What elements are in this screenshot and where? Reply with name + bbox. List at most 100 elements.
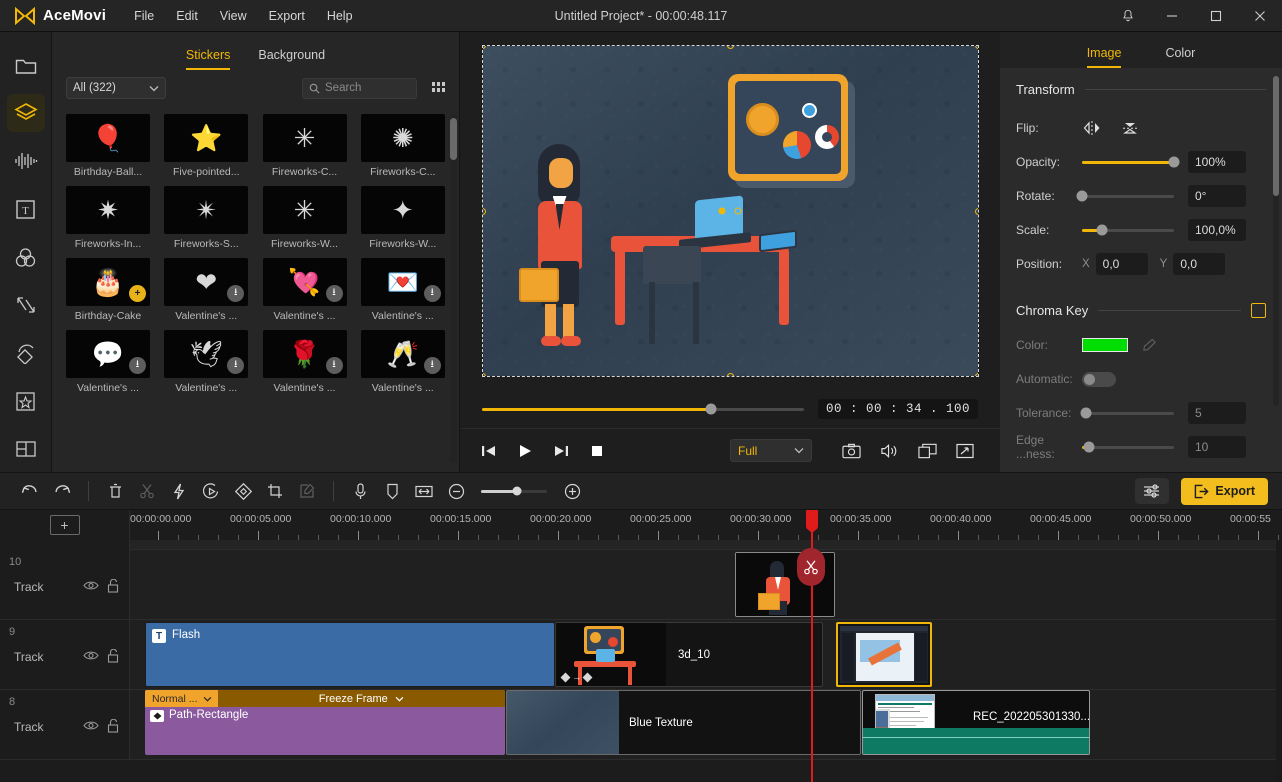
eye-icon[interactable] [83,720,99,731]
menu-file[interactable]: File [124,5,164,27]
zoom-out-button[interactable] [440,477,472,505]
sticker-item[interactable]: ❤ ⭳ Valentine's ... [164,258,249,322]
volume-button[interactable] [878,440,900,462]
chroma-tolerance-value[interactable]: 5 [1188,402,1246,424]
fullscreen-button[interactable] [954,440,976,462]
blend-mode-select[interactable]: Normal ... [145,690,218,707]
timeline-zoom-slider[interactable] [481,486,547,496]
rail-item-transitions[interactable] [7,286,45,324]
category-select[interactable]: All (322) [66,77,166,99]
chroma-automatic-toggle[interactable] [1082,371,1116,387]
timeline-clip-blue-texture[interactable]: Blue Texture [506,690,861,755]
keyframe-button[interactable] [227,477,259,505]
track-body-8[interactable]: Normal ... Freeze Frame Path-Rectangle B… [130,690,1282,759]
search-input[interactable] [325,82,410,94]
freeze-frame-select[interactable]: Freeze Frame [218,693,505,705]
sticker-item[interactable]: 💘 ⭳ Valentine's ... [262,258,347,322]
close-icon[interactable] [1238,0,1282,32]
redo-button[interactable] [46,477,78,505]
sticker-item[interactable]: ✳ Fireworks-C... [262,114,347,178]
flip-horizontal-icon[interactable] [1082,120,1102,136]
anchor-handle[interactable] [718,207,726,215]
library-scrollbar[interactable] [450,114,457,462]
timeline-vertical-scrollbar[interactable] [1276,540,1282,782]
sticker-item[interactable]: ✳ Fireworks-W... [262,186,347,250]
sticker-item[interactable]: ✴ Fireworks-S... [164,186,249,250]
properties-scrollbar-thumb[interactable] [1273,76,1279,196]
progress-slider[interactable] [482,403,804,415]
sticker-item[interactable]: 💌 ⭳ Valentine's ... [360,258,445,322]
opacity-slider[interactable] [1082,156,1180,168]
maximize-icon[interactable] [1194,0,1238,32]
rail-item-media[interactable] [7,46,45,84]
settings-button[interactable] [1135,478,1170,504]
rail-item-split-screen[interactable] [7,430,45,468]
unlock-icon[interactable] [107,719,119,733]
keyframe-diamond-icon[interactable] [582,672,593,682]
download-icon[interactable]: ⭳ [129,357,146,374]
tab-image[interactable]: Image [1086,46,1122,68]
timeline-ruler[interactable]: 00:00:00.000 00:00:05.000 00:00:10.000 00:0… [130,510,1282,540]
tab-background[interactable]: Background [258,48,325,70]
properties-scrollbar[interactable] [1273,76,1279,406]
rail-item-audio[interactable] [7,142,45,180]
menu-view[interactable]: View [210,5,257,27]
resize-handle-middle-right[interactable] [974,207,978,215]
notification-bell-icon[interactable] [1106,0,1150,32]
stop-button[interactable] [586,440,608,462]
video-canvas[interactable] [481,45,979,377]
prev-frame-button[interactable] [478,440,500,462]
fit-timeline-button[interactable] [408,477,440,505]
crop-button[interactable] [259,477,291,505]
sticker-item[interactable]: 🕊 ⭳ Valentine's ... [164,330,249,394]
position-y-input[interactable]: 0,0 [1173,253,1226,275]
flip-vertical-icon[interactable] [1120,120,1140,136]
menu-edit[interactable]: Edit [166,5,208,27]
keyframe-diamond-icon[interactable] [560,672,571,682]
timeline-clip-selected[interactable] [836,622,932,687]
rotate-value[interactable]: 0° [1188,185,1246,207]
record-voiceover-button[interactable] [344,477,376,505]
playhead-handle[interactable] [806,510,818,533]
delete-button[interactable] [99,477,131,505]
timeline-clip-rec[interactable]: REC_202205301330... [862,690,1090,755]
minimize-icon[interactable] [1150,0,1194,32]
grid-view-toggle[interactable] [427,77,451,99]
track-body-9[interactable]: T Flash 3d_10 → [130,620,1282,689]
download-icon[interactable]: ⭳ [227,357,245,374]
download-icon[interactable]: ⭳ [227,285,245,302]
add-track-button[interactable]: + [49,515,80,535]
timeline-clip-path-rectangle[interactable]: Normal ... Freeze Frame Path-Rectangle [145,690,505,755]
menu-help[interactable]: Help [317,5,363,27]
progress-knob[interactable] [705,403,717,415]
scale-slider[interactable] [1082,224,1174,236]
unlock-icon[interactable] [107,579,119,593]
unlock-icon[interactable] [107,649,119,663]
download-icon[interactable]: ⭳ [325,357,343,374]
download-icon[interactable]: ⭳ [423,357,441,374]
undo-button[interactable] [14,477,46,505]
sticker-item[interactable]: 🎂 + Birthday-Cake [66,258,150,322]
rail-item-animation[interactable] [7,334,45,372]
library-scrollbar-thumb[interactable] [450,118,457,160]
chroma-key-checkbox[interactable] [1251,303,1266,318]
timeline-clip-3d10[interactable]: 3d_10 → [555,622,823,687]
marker-button[interactable] [376,477,408,505]
pip-button[interactable] [916,440,938,462]
eye-icon[interactable] [83,580,99,591]
eye-icon[interactable] [83,650,99,661]
add-icon[interactable]: + [129,285,146,302]
resize-handle-bottom-right[interactable] [974,373,978,376]
split-clip-marker[interactable] [797,548,825,586]
speed-button[interactable] [163,477,195,505]
rotate-handle[interactable] [734,207,742,215]
sticker-item[interactable]: 💬 ⭳ Valentine's ... [66,330,150,394]
download-icon[interactable]: ⭳ [325,285,343,302]
track-body-10[interactable] [130,550,1282,619]
menu-export[interactable]: Export [259,5,315,27]
rail-item-text[interactable]: T [7,190,45,228]
chroma-edge-value[interactable]: 10 [1188,436,1246,458]
quality-select[interactable]: Full [730,439,812,462]
sticker-item[interactable]: ✷ Fireworks-In... [66,186,150,250]
rail-item-stickers[interactable] [6,94,45,132]
